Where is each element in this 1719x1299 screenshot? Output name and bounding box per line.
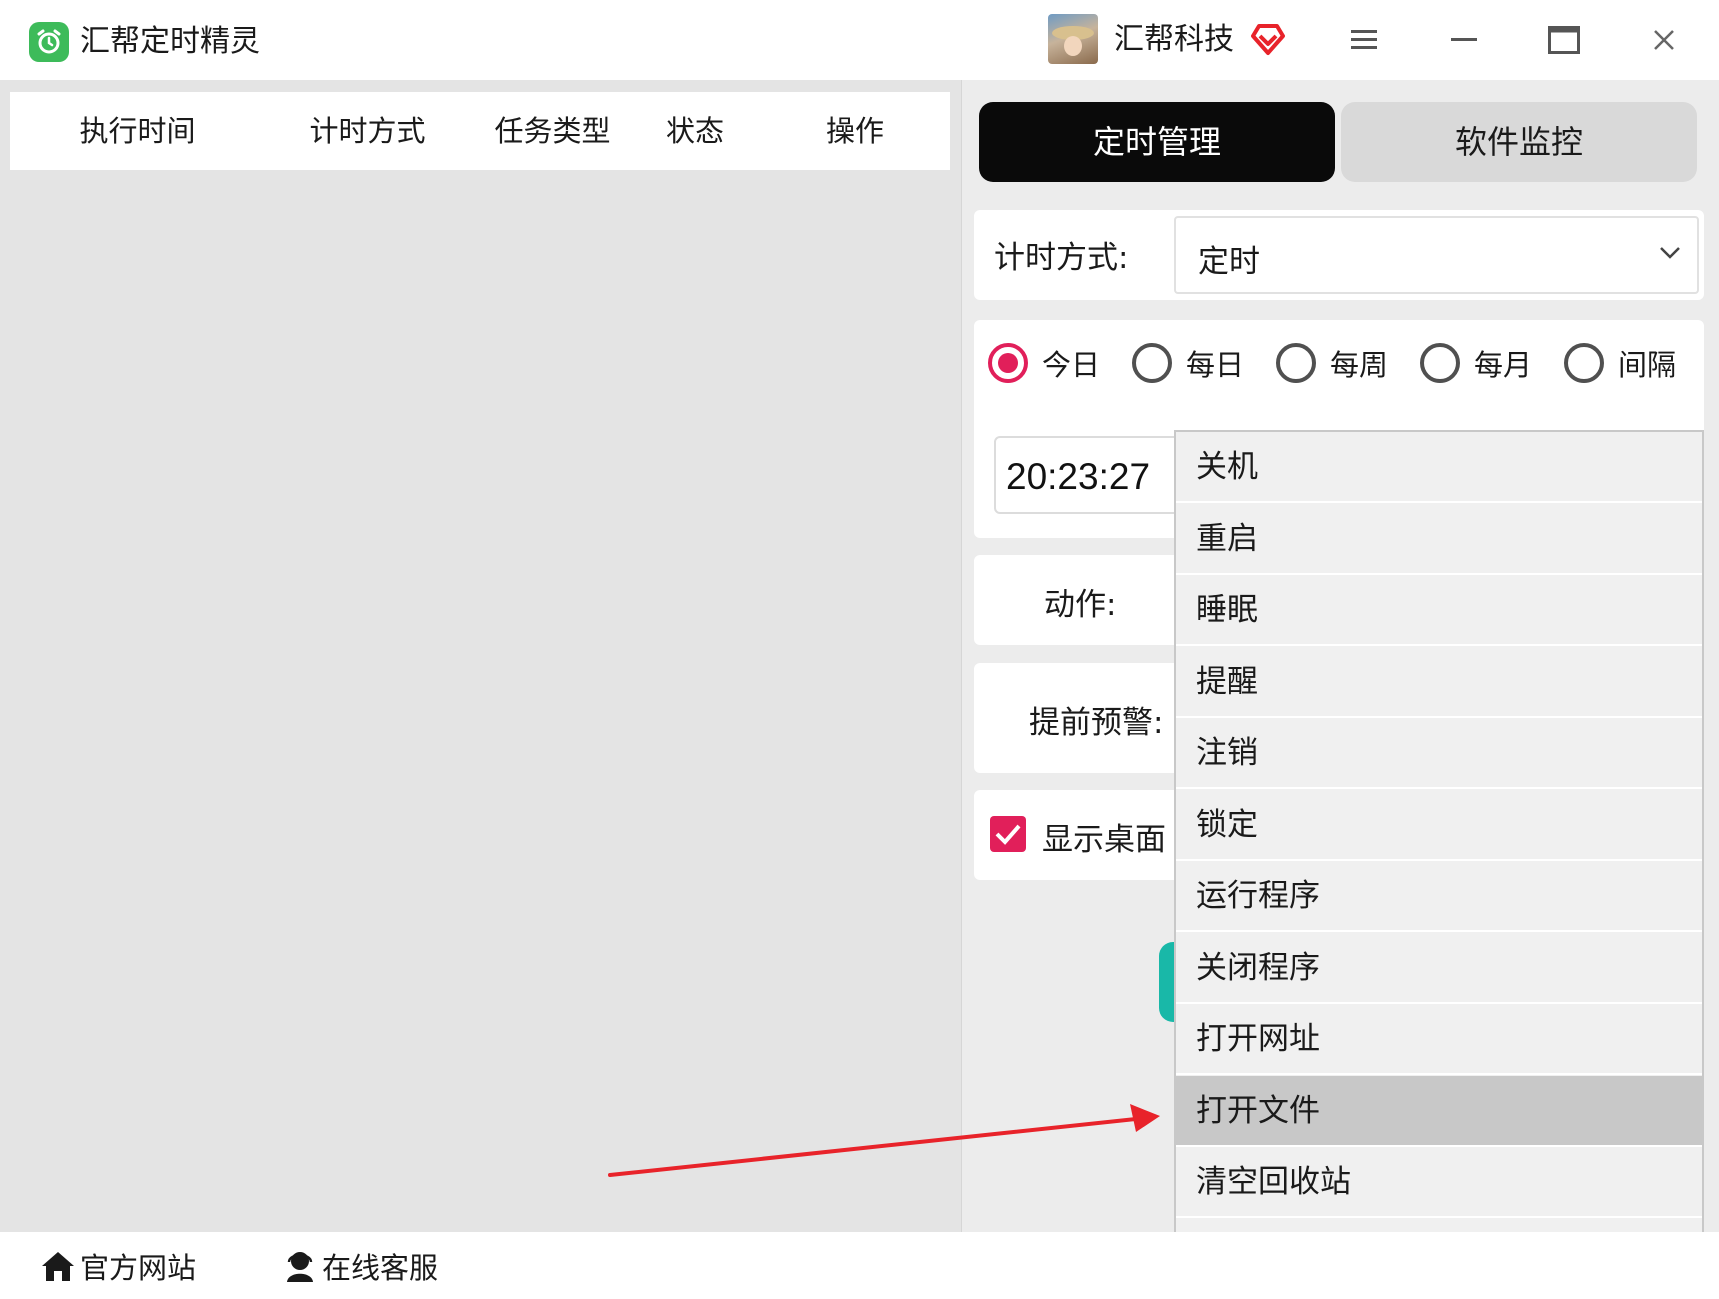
radio-today-label: 今日 [1042, 348, 1101, 382]
radio-daily-label: 每日 [1186, 348, 1245, 382]
column-header-task-type: 任务类型 [494, 114, 611, 148]
radio-today[interactable]: 今日 [988, 338, 1100, 388]
dropdown-item-sleep[interactable]: 睡眠 [1176, 575, 1702, 646]
column-header-exec-time: 执行时间 [79, 114, 196, 148]
radio-monthly-label: 每月 [1474, 348, 1533, 382]
maximize-icon [1548, 26, 1580, 54]
dropdown-item-lock[interactable]: 锁定 [1176, 790, 1702, 861]
online-service-link[interactable]: 在线客服 [282, 1244, 438, 1288]
avatar[interactable] [1048, 14, 1098, 64]
timing-mode-row: 计时方式: 定时 [974, 210, 1704, 300]
user-name[interactable]: 汇帮科技 [1114, 20, 1234, 60]
headset-user-icon [287, 1252, 313, 1282]
official-website-link[interactable]: 官方网站 [40, 1244, 196, 1288]
warning-label: 提前预警: [1029, 705, 1164, 741]
bottom-bar: 官方网站 在线客服 [0, 1232, 1719, 1299]
time-input[interactable]: 20:23:27 [994, 436, 1194, 514]
radio-interval-label: 间隔 [1618, 348, 1677, 382]
column-header-status: 状态 [665, 114, 724, 148]
close-button[interactable] [1644, 20, 1684, 60]
tab-timer-management[interactable]: 定时管理 [979, 102, 1335, 182]
column-header-actions: 操作 [825, 114, 884, 148]
timing-mode-value: 定时 [1198, 244, 1260, 280]
dropdown-item-logoff[interactable]: 注销 [1176, 718, 1702, 789]
checkmark-icon [995, 824, 1021, 845]
chevron-down-icon [1660, 247, 1680, 259]
dropdown-item-close-program[interactable]: 关闭程序 [1176, 933, 1702, 1004]
annotation-arrow [608, 1104, 1160, 1177]
show-desktop-checkbox[interactable] [990, 816, 1026, 852]
time-value: 20:23:27 [1006, 456, 1151, 497]
dropdown-item-shutdown[interactable]: 关机 [1176, 432, 1702, 503]
action-label: 动作: [1044, 587, 1117, 623]
alarm-clock-icon [29, 22, 69, 62]
title-bar: 汇帮定时精灵 汇帮科技 [0, 0, 1719, 80]
tab-software-monitor[interactable]: 软件监控 [1341, 102, 1697, 182]
radio-monthly[interactable]: 每月 [1420, 338, 1532, 388]
menu-button[interactable] [1344, 20, 1384, 60]
hamburger-icon [1351, 30, 1377, 49]
radio-weekly[interactable]: 每周 [1276, 338, 1388, 388]
minimize-icon [1451, 38, 1477, 41]
timing-mode-select[interactable]: 定时 [1174, 216, 1699, 294]
radio-daily[interactable]: 每日 [1132, 338, 1244, 388]
dropdown-item-empty-recycle-bin[interactable]: 清空回收站 [1176, 1147, 1702, 1218]
radio-interval[interactable]: 间隔 [1564, 338, 1676, 388]
official-website-label: 官方网站 [80, 1251, 197, 1285]
dropdown-item-open-file[interactable]: 打开文件 [1176, 1075, 1702, 1147]
radio-weekly-label: 每周 [1330, 348, 1389, 382]
task-list-panel: 执行时间 计时方式 任务类型 状态 操作 [0, 80, 962, 1232]
dropdown-item-open-url[interactable]: 打开网址 [1176, 1004, 1702, 1075]
dropdown-item-restart[interactable]: 重启 [1176, 504, 1702, 575]
home-icon [42, 1252, 74, 1281]
column-header-timing-mode: 计时方式 [309, 114, 426, 148]
app-title: 汇帮定时精灵 [80, 24, 260, 59]
timing-mode-label: 计时方式: [994, 240, 1129, 276]
dropdown-item-run-program[interactable]: 运行程序 [1176, 861, 1702, 932]
action-dropdown-list: 关机 重启 睡眠 提醒 注销 锁定 运行程序 关闭程序 打开网址 打开文件 清空… [1174, 430, 1704, 1292]
show-desktop-label: 显示桌面 [1042, 822, 1166, 858]
maximize-button[interactable] [1544, 20, 1584, 60]
minimize-button[interactable] [1444, 20, 1484, 60]
online-service-label: 在线客服 [322, 1251, 439, 1285]
heart-diamond-icon[interactable] [1250, 22, 1286, 60]
dropdown-item-reminder[interactable]: 提醒 [1176, 647, 1702, 718]
close-icon [1654, 30, 1674, 50]
table-header: 执行时间 计时方式 任务类型 状态 操作 [10, 92, 950, 170]
